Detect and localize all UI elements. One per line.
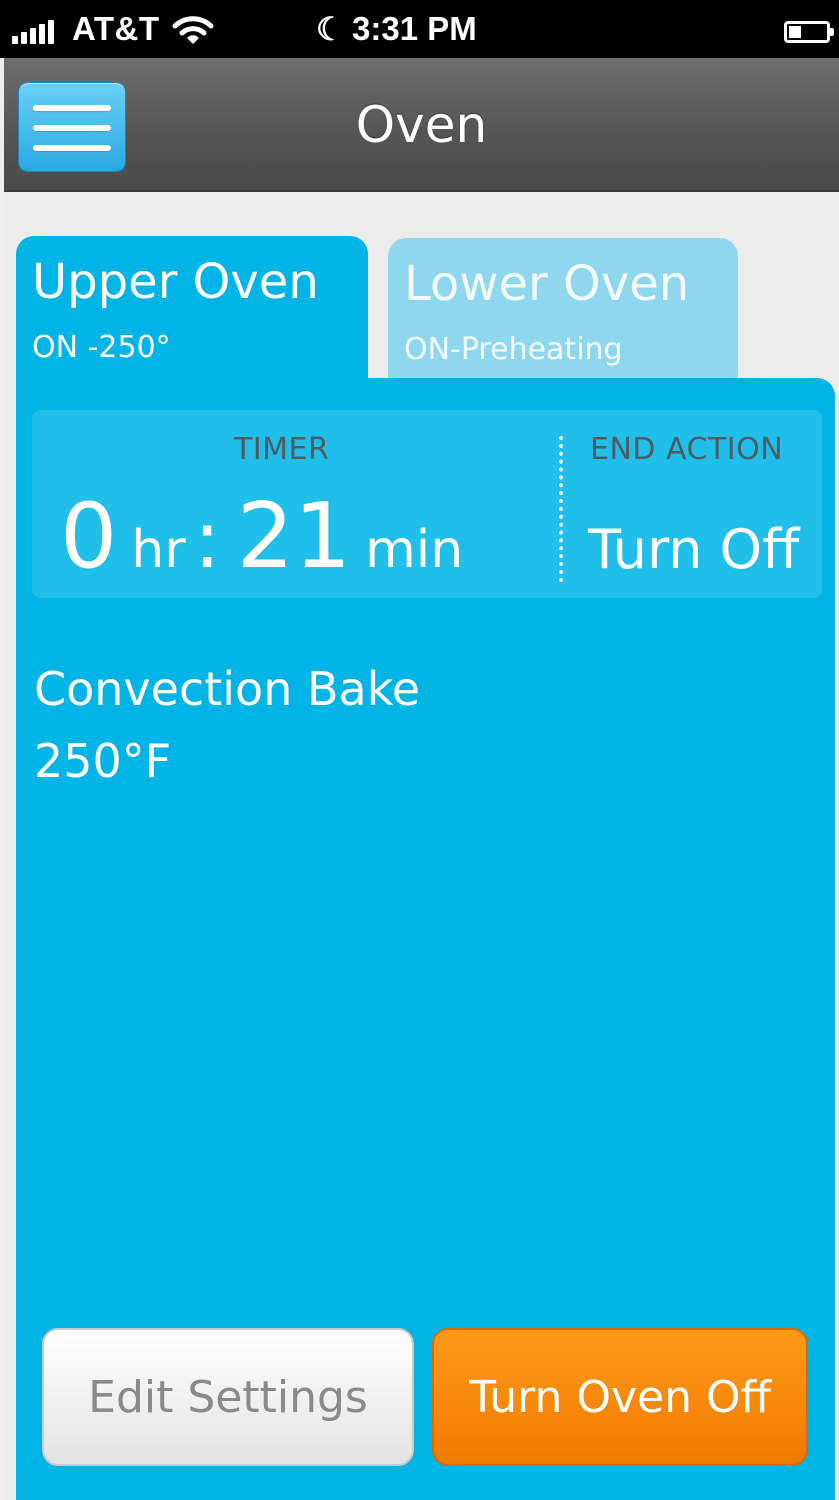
main-content: Lower Oven ON-Preheating Upper Oven ON -…	[4, 192, 839, 1500]
phone-screen: AT&T ☾ 3:31 PM Oven Lower Oven ON-Prehea…	[0, 0, 839, 1500]
wifi-icon	[172, 16, 214, 44]
navigation-bar: Oven	[4, 58, 839, 192]
page-title: Oven	[355, 96, 488, 154]
oven-panel: TIMER 0 hr : 21 min END ACTION Turn Off …	[16, 378, 835, 1500]
tab-lower-oven[interactable]: Lower Oven ON-Preheating	[388, 238, 738, 378]
tab-upper-oven[interactable]: Upper Oven ON -250°	[16, 236, 368, 386]
timer-value[interactable]: 0 hr : 21 min	[60, 484, 463, 589]
cooking-mode: Convection Bake	[34, 662, 421, 716]
timer-minutes-unit: min	[365, 520, 464, 580]
battery-icon	[784, 21, 834, 43]
signal-bars-icon	[12, 20, 54, 44]
status-time: 3:31 PM	[352, 10, 477, 47]
timer-separator: :	[193, 493, 221, 586]
end-action-label: END ACTION	[590, 432, 784, 467]
end-action-value[interactable]: Turn Off	[588, 518, 799, 581]
tab-status: ON-Preheating	[404, 332, 623, 367]
timer-box: TIMER 0 hr : 21 min END ACTION Turn Off	[32, 410, 822, 598]
tab-label: Lower Oven	[404, 256, 690, 312]
timer-hours-unit: hr	[131, 520, 186, 580]
cooking-temperature: 250°F	[34, 734, 172, 788]
tab-label: Upper Oven	[32, 254, 319, 310]
moon-icon: ☾	[316, 11, 345, 47]
timer-label: TIMER	[234, 432, 330, 467]
edit-settings-button[interactable]: Edit Settings	[42, 1328, 414, 1466]
carrier-name: AT&T	[72, 10, 160, 47]
tab-status: ON -250°	[32, 330, 171, 365]
status-bar: AT&T ☾ 3:31 PM	[0, 0, 839, 58]
turn-oven-off-button[interactable]: Turn Oven Off	[432, 1328, 808, 1466]
timer-hours: 0	[60, 484, 118, 589]
timer-minutes: 21	[236, 484, 352, 589]
timer-divider	[559, 436, 563, 582]
